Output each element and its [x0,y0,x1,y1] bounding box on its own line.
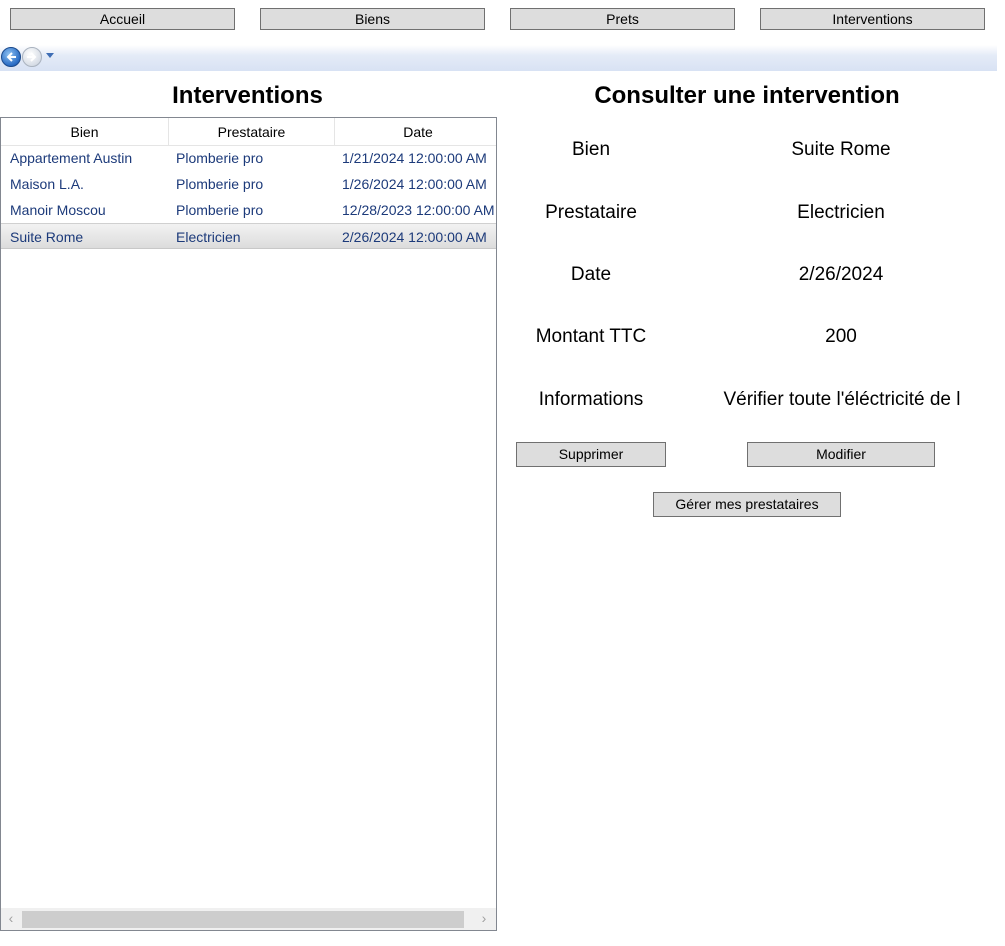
cell-bien: Manoir Moscou [10,202,106,218]
column-header-date[interactable]: Date [335,118,496,145]
cell-prestataire: Electricien [176,229,241,245]
list-title: Interventions [172,82,323,109]
scroll-left-icon[interactable]: ‹ [3,910,19,926]
cell-prestataire: Plomberie pro [176,150,264,166]
column-header-prestataire[interactable]: Prestataire [169,118,335,145]
modifier-button[interactable]: Modifier [747,442,935,467]
table-row[interactable]: Manoir Moscou Plomberie pro 12/28/2023 1… [1,197,496,223]
cell-date: 2/26/2024 12:00:00 AM [342,229,487,245]
scroll-right-icon[interactable]: › [476,910,492,926]
informations-label: Informations [538,389,644,410]
montant-label: Montant TTC [535,326,647,347]
accueil-button[interactable]: Accueil [10,8,235,30]
scrollbar-thumb[interactable] [22,911,464,928]
supprimer-button[interactable]: Supprimer [516,442,666,467]
cell-bien: Suite Rome [10,229,84,245]
cell-bien: Maison L.A. [10,176,84,192]
bien-label: Bien [571,139,611,160]
cell-date: 1/21/2024 12:00:00 AM [342,150,487,166]
prestataire-value: Electricien [797,202,885,223]
forward-icon[interactable] [22,47,42,67]
detail-title: Consulter une intervention [594,82,900,109]
date-value: 2/26/2024 [798,264,884,285]
informations-value: Vérifier toute l'éléctricité de l [723,389,961,410]
table-row[interactable]: Maison L.A. Plomberie pro 1/26/2024 12:0… [1,171,496,197]
cell-prestataire: Plomberie pro [176,202,264,218]
cell-date: 12/28/2023 12:00:00 AM [342,202,495,218]
back-icon[interactable] [1,47,21,67]
prestataire-label: Prestataire [545,202,637,223]
gerer-prestataires-button[interactable]: Gérer mes prestataires [653,492,841,517]
date-label: Date [570,264,612,285]
horizontal-scrollbar[interactable]: ‹ › [1,908,496,930]
interventions-button[interactable]: Interventions [760,8,985,30]
navigation-bar [0,45,997,71]
prets-button[interactable]: Prets [510,8,735,30]
cell-bien: Appartement Austin [10,150,133,166]
interventions-grid[interactable]: Bien Prestataire Date Appartement Austin… [0,117,497,931]
cell-date: 1/26/2024 12:00:00 AM [342,176,487,192]
table-row-selected[interactable]: Suite Rome Electricien 2/26/2024 12:00:0… [1,223,496,249]
cell-prestataire: Plomberie pro [176,176,264,192]
biens-button[interactable]: Biens [260,8,485,30]
bien-value: Suite Rome [791,139,891,160]
grid-header: Bien Prestataire Date [1,118,496,146]
column-header-bien[interactable]: Bien [1,118,169,145]
history-dropdown-icon[interactable] [46,53,54,58]
montant-value: 200 [825,326,857,347]
table-row[interactable]: Appartement Austin Plomberie pro 1/21/20… [1,145,496,171]
